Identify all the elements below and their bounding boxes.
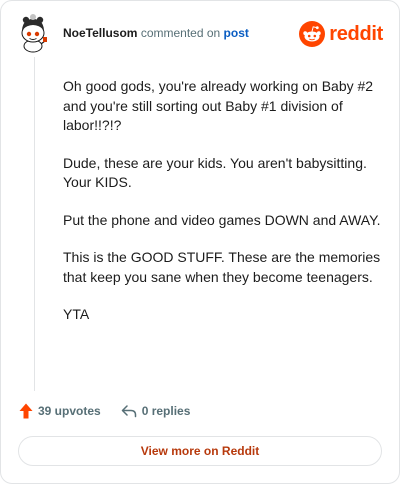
view-more-button[interactable]: View more on Reddit [18, 436, 382, 466]
reply-button[interactable]: 0 replies [121, 404, 191, 418]
reddit-wordmark: reddit [329, 22, 383, 45]
comment-header: NoeTellusom commented on post [63, 26, 249, 40]
thread-line [34, 57, 35, 391]
comment-paragraph: YTA [63, 306, 90, 322]
username[interactable]: NoeTellusom [63, 26, 137, 40]
upvote-count: 39 upvotes [38, 404, 101, 418]
comment-paragraph: Oh good gods, you're already working on … [63, 78, 374, 133]
upvote-arrow-icon [19, 403, 33, 419]
header-action-text: commented on [140, 26, 221, 40]
post-link[interactable]: post [224, 26, 249, 40]
reddit-snoo-icon [299, 21, 326, 47]
comment-paragraph: Dude, these are your kids. You aren't ba… [63, 154, 367, 191]
comment-actions: 39 upvotes 0 replies [19, 403, 190, 419]
reply-arrow-icon [121, 405, 136, 418]
comment-paragraph: This is the GOOD STUFF. These are the me… [63, 249, 381, 285]
comment-card: NoeTellusom commented on post reddit Oh … [0, 0, 400, 484]
comment-paragraph: Put the phone and video games DOWN and A… [63, 211, 381, 228]
view-more-label: View more on Reddit [140, 444, 260, 458]
reddit-brand[interactable]: reddit [299, 21, 383, 47]
upvote-button[interactable]: 39 upvotes [19, 403, 101, 419]
reply-count: 0 replies [141, 404, 191, 418]
avatar[interactable] [17, 13, 49, 53]
comment-body: Oh good gods, you're already working on … [63, 77, 381, 343]
snoo-avatar-icon [21, 14, 47, 53]
